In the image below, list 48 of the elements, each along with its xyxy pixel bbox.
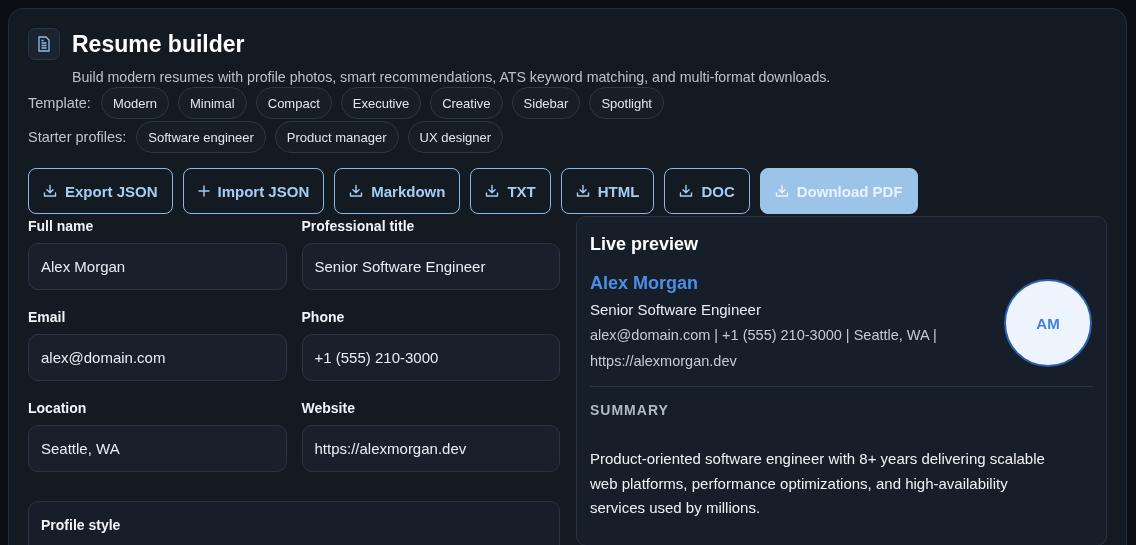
field-label: Website <box>301 400 356 416</box>
download-icon <box>485 184 500 198</box>
field-label: Full name <box>28 218 95 234</box>
template-chip[interactable]: Compact <box>255 87 332 119</box>
profile-chip[interactable]: UX designer <box>407 121 504 153</box>
download-icon <box>774 184 789 198</box>
panel-title: Profile style <box>41 517 121 533</box>
action-button[interactable]: Markdown <box>334 168 461 214</box>
action-button[interactable]: Import JSON <box>182 168 325 214</box>
template-chip[interactable]: Modern <box>100 87 169 119</box>
input-field[interactable]: Seattle, WA <box>28 425 287 472</box>
input-field[interactable]: Alex Morgan <box>28 243 287 290</box>
row-label: Template: <box>28 95 91 111</box>
field-label: Email <box>28 309 67 325</box>
input-field[interactable]: Senior Software Engineer <box>301 243 560 290</box>
plus-icon <box>197 185 210 197</box>
section-text: Product-oriented software engineer with 8+ years delivering scalable web platforms, performance optimizations, and high-availability services used by millions. <box>590 449 1045 518</box>
template-chip[interactable]: Creative <box>430 87 503 119</box>
input-field[interactable]: +1 (555) 210-3000 <box>301 334 560 381</box>
field-label: Location <box>28 400 88 416</box>
download-icon <box>575 184 590 198</box>
template-chip[interactable]: Minimal <box>177 87 247 119</box>
input-field[interactable]: alex@domain.com <box>28 334 287 381</box>
resume-contact: alex@domain.com | +1 (555) 210-3000 | Seattle, WA | https://alexmorgan.dev <box>590 326 938 371</box>
avatar: AM <box>1004 279 1092 367</box>
download-icon <box>349 184 364 198</box>
download-icon <box>43 184 57 198</box>
section-heading: SUMMARY <box>590 401 670 419</box>
download-icon <box>679 184 694 198</box>
document-icon <box>28 28 60 60</box>
profile-chip[interactable]: Software engineer <box>136 121 266 153</box>
field-label: Professional title <box>301 218 416 234</box>
template-chip[interactable]: Sidebar <box>511 87 581 119</box>
action-button[interactable]: Export JSON <box>28 168 173 214</box>
resume-name: Alex Morgan <box>590 272 700 294</box>
app-title: Resume builder <box>72 30 245 58</box>
preview-title: Live preview <box>590 233 700 255</box>
template-chip[interactable]: Spotlight <box>589 87 664 119</box>
input-field[interactable]: https://alexmorgan.dev <box>301 425 560 472</box>
template-chip[interactable]: Executive <box>340 87 422 119</box>
app-subtitle: Build modern resumes with profile photos, smart recommendations, ATS keyword matching, and multi-format downloads. <box>72 69 832 85</box>
action-button[interactable]: TXT <box>470 168 551 214</box>
row-label: Starter profiles: <box>28 129 127 145</box>
resume-headline: Senior Software Engineer <box>590 301 762 318</box>
field-label: Phone <box>301 309 346 325</box>
profile-chip[interactable]: Product manager <box>274 121 399 153</box>
action-button[interactable]: DOC <box>664 168 750 214</box>
action-button[interactable]: HTML <box>560 168 655 214</box>
